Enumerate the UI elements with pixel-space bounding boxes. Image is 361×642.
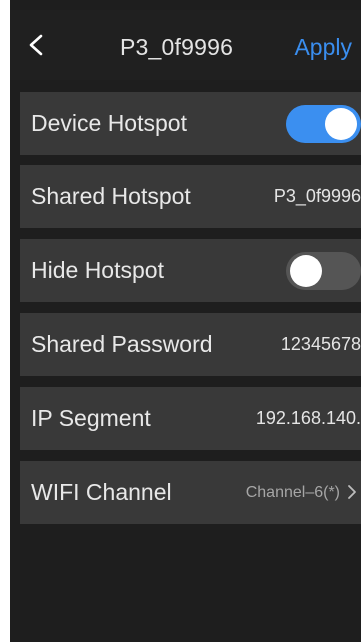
ip-segment-row[interactable]: IP Segment 192.168.140. — [20, 387, 361, 450]
shared-password-row[interactable]: Shared Password 12345678 — [20, 313, 361, 376]
wifi-channel-label: WIFI Channel — [31, 479, 172, 505]
device-hotspot-row: Device Hotspot — [20, 92, 361, 155]
shared-password-label: Shared Password — [31, 331, 213, 357]
shared-hotspot-row[interactable]: Shared Hotspot P3_0f9996 — [20, 165, 361, 228]
wifi-channel-row[interactable]: WIFI Channel Channel–6(*) — [20, 461, 361, 524]
apply-button[interactable]: Apply — [294, 34, 352, 61]
shared-password-value: 12345678 — [280, 334, 361, 354]
toggle-knob — [290, 255, 322, 287]
page-title: P3_0f9996 — [120, 34, 234, 60]
shared-hotspot-label: Shared Hotspot — [31, 183, 191, 209]
hide-hotspot-row: Hide Hotspot — [20, 239, 361, 302]
wifi-channel-value: Channel–6(*) — [245, 484, 340, 501]
chevron-left-icon[interactable] — [26, 34, 48, 56]
header-bar: P3_0f9996 Apply — [10, 10, 361, 80]
ip-segment-label: IP Segment — [31, 405, 151, 431]
hotspot-settings-screen: P3_0f9996 Apply Device Hotspot Shared Ho… — [10, 0, 361, 642]
chevron-right-icon — [348, 485, 356, 499]
shared-hotspot-value: P3_0f9996 — [273, 186, 361, 206]
ip-segment-value: 192.168.140. — [255, 408, 361, 428]
hide-hotspot-toggle[interactable] — [286, 252, 361, 290]
hide-hotspot-label: Hide Hotspot — [31, 257, 164, 283]
device-hotspot-label: Device Hotspot — [31, 110, 187, 136]
device-hotspot-toggle[interactable] — [286, 105, 361, 143]
toggle-knob — [325, 108, 357, 140]
